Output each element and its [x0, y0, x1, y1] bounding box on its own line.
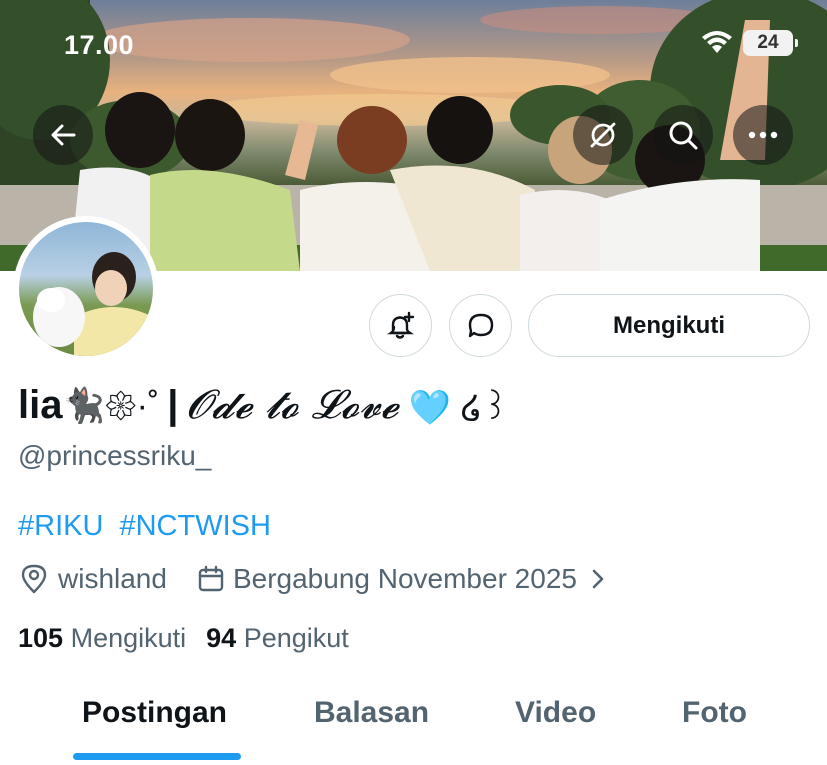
- search-button[interactable]: [653, 105, 713, 165]
- hashtag-link[interactable]: #RIKU: [18, 510, 103, 542]
- display-name-title: 𝓞𝓭𝓮 𝓽𝓸 𝓛𝓸𝓿𝓮: [186, 382, 399, 428]
- back-button[interactable]: [33, 105, 93, 165]
- more-button[interactable]: [733, 105, 793, 165]
- status-time: 17.00: [64, 30, 135, 60]
- calendar-icon: [198, 565, 224, 592]
- follow-stats: 105 Mengikuti 94 Pengikut: [18, 623, 349, 654]
- arrow-left-icon: [51, 124, 76, 146]
- display-name-main: lia: [18, 382, 63, 427]
- followers-label: Pengikut: [243, 623, 349, 653]
- hashtag-link[interactable]: #NCTWISH: [119, 510, 270, 542]
- chat-bubble-icon: [468, 313, 493, 337]
- followers-stat[interactable]: 94 Pengikut: [206, 623, 349, 654]
- location-text: wishland: [58, 563, 167, 594]
- join-date-text: Bergabung November 2025: [232, 563, 577, 594]
- more-icon: [748, 131, 778, 139]
- avatar[interactable]: [13, 216, 159, 362]
- join-date[interactable]: Bergabung November 2025: [197, 563, 607, 595]
- tab-video[interactable]: Video: [515, 690, 596, 765]
- battery-indicator: 24: [743, 30, 798, 56]
- display-name: lia 🐈‍⬛𑁍·˚ | 𝓞𝓭𝓮 𝓽𝓸 𝓛𝓸𝓿𝓮 🩵 ໒꒱: [18, 382, 509, 428]
- display-name-emoji: 🐈‍⬛𑁍·˚: [62, 387, 160, 425]
- location-pin-icon: [21, 564, 47, 594]
- following-button[interactable]: Mengikuti: [528, 294, 810, 357]
- profile-meta: wishland Bergabung November 2025: [20, 563, 607, 595]
- eye-slash-icon: [590, 122, 616, 148]
- tab-photos[interactable]: Foto: [682, 690, 747, 765]
- location: wishland: [20, 563, 167, 595]
- bio: #RIKU #NCTWISH: [18, 510, 279, 543]
- following-stat[interactable]: 105 Mengikuti: [18, 623, 186, 654]
- display-name-tail: 🩵 ໒꒱: [408, 388, 509, 427]
- hide-button[interactable]: [573, 105, 633, 165]
- status-indicators: 24: [701, 30, 798, 56]
- wifi-icon: [702, 31, 732, 53]
- avatar-photo: [19, 222, 153, 356]
- active-tab-indicator: [73, 753, 241, 760]
- notify-button[interactable]: [369, 294, 432, 357]
- bell-plus-icon: [386, 311, 414, 339]
- chevron-right-icon: [592, 569, 604, 589]
- following-label: Mengikuti: [70, 623, 187, 653]
- profile-handle: @princessriku_: [18, 440, 212, 471]
- tab-replies[interactable]: Balasan: [314, 690, 429, 765]
- followers-count: 94: [206, 623, 237, 653]
- following-count: 105: [18, 623, 64, 653]
- message-button[interactable]: [449, 294, 512, 357]
- search-icon: [669, 121, 698, 150]
- display-name-separator: |: [167, 382, 179, 427]
